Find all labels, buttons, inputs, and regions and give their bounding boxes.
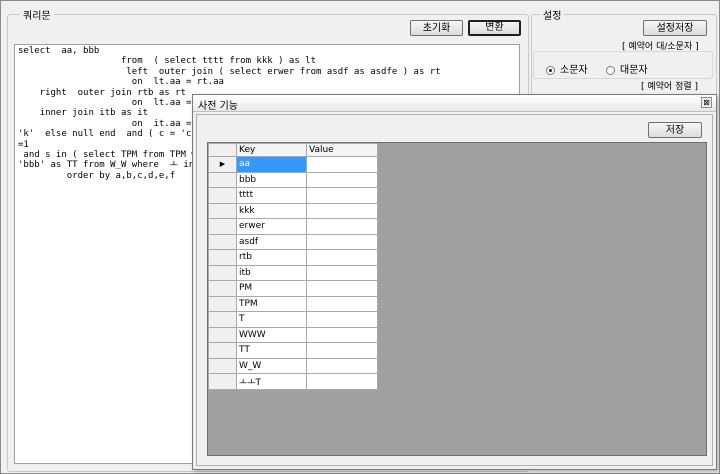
table-row[interactable]: ㅗㅗT <box>208 373 378 390</box>
radio-lowercase-dot <box>546 66 555 75</box>
cell-value[interactable] <box>306 373 378 390</box>
table-row[interactable]: kkk <box>208 202 378 219</box>
cell-key[interactable]: rtb <box>236 249 307 266</box>
radio-uppercase-dot <box>606 66 615 75</box>
cell-value[interactable] <box>306 187 378 204</box>
dictionary-table: Key Value ▶ aa bbb tttt kkk erwer asdf rtb itb PM… <box>208 143 378 390</box>
table-row[interactable]: rtb <box>208 249 378 266</box>
cell-key[interactable]: W_W <box>236 357 307 374</box>
reset-button[interactable]: 초기화 <box>410 20 463 36</box>
row-header[interactable] <box>208 295 237 312</box>
row-header-corner <box>208 143 237 157</box>
dictionary-dialog: 사전 기능 ⊠ 저장 Key Value ▶ aa bbb tttt kkk erwer a… <box>192 94 717 470</box>
row-header[interactable] <box>208 357 237 374</box>
dialog-title: 사전 기능 <box>198 101 238 112</box>
cell-key[interactable]: aa <box>236 156 307 173</box>
table-row[interactable]: T <box>208 311 378 328</box>
table-row[interactable]: itb <box>208 264 378 281</box>
cell-key[interactable]: bbb <box>236 171 307 188</box>
cell-value[interactable] <box>306 202 378 219</box>
cell-key[interactable]: asdf <box>236 233 307 250</box>
query-group-title: 쿼리문 <box>20 7 54 22</box>
dialog-save-button[interactable]: 저장 <box>648 122 702 138</box>
cell-key[interactable]: WWW <box>236 326 307 343</box>
cell-key[interactable]: erwer <box>236 218 307 235</box>
cell-value[interactable] <box>306 218 378 235</box>
table-row[interactable]: W_W <box>208 357 378 374</box>
column-header-key[interactable]: Key <box>236 143 307 157</box>
cell-value[interactable] <box>306 295 378 312</box>
cell-key[interactable]: itb <box>236 264 307 281</box>
settings-group-title: 설정 <box>540 7 565 22</box>
dictionary-grid[interactable]: Key Value ▶ aa bbb tttt kkk erwer asdf rtb itb PM… <box>207 142 707 456</box>
row-header[interactable] <box>208 280 237 297</box>
cell-value[interactable] <box>306 342 378 359</box>
cell-key[interactable]: TT <box>236 342 307 359</box>
cell-value[interactable] <box>306 311 378 328</box>
save-settings-button[interactable]: 설정저장 <box>643 20 707 36</box>
row-header[interactable] <box>208 218 237 235</box>
main-window: 쿼리문 초기화 변환 select aa, bbb from ( select … <box>0 0 720 474</box>
row-header[interactable] <box>208 249 237 266</box>
row-header[interactable] <box>208 202 237 219</box>
table-row[interactable]: asdf <box>208 233 378 250</box>
cell-value[interactable] <box>306 156 378 173</box>
table-row[interactable]: TPM <box>208 295 378 312</box>
close-icon[interactable]: ⊠ <box>701 97 712 108</box>
table-row[interactable]: PM <box>208 280 378 297</box>
row-header[interactable] <box>208 326 237 343</box>
cell-key[interactable]: ㅗㅗT <box>236 373 307 390</box>
cell-value[interactable] <box>306 233 378 250</box>
radio-uppercase[interactable]: 대문자 <box>606 61 648 76</box>
radio-uppercase-label: 대문자 <box>620 65 648 76</box>
row-header[interactable] <box>208 233 237 250</box>
cell-key[interactable]: T <box>236 311 307 328</box>
radio-lowercase[interactable]: 소문자 <box>546 61 588 76</box>
table-row[interactable]: erwer <box>208 218 378 235</box>
convert-button[interactable]: 변환 <box>468 20 521 36</box>
cell-value[interactable] <box>306 326 378 343</box>
row-header[interactable] <box>208 342 237 359</box>
column-header-value[interactable]: Value <box>306 143 378 157</box>
cell-value[interactable] <box>306 357 378 374</box>
cell-key[interactable]: PM <box>236 280 307 297</box>
table-row[interactable]: bbb <box>208 171 378 188</box>
cell-value[interactable] <box>306 249 378 266</box>
table-row[interactable]: TT <box>208 342 378 359</box>
header-row: Key Value <box>208 143 378 157</box>
cell-key[interactable]: TPM <box>236 295 307 312</box>
current-row-icon: ▶ <box>219 160 226 169</box>
align-note: [ 예약어 정렬 ] <box>641 82 699 92</box>
row-header[interactable] <box>208 373 237 390</box>
table-row[interactable]: WWW <box>208 326 378 343</box>
cell-key[interactable]: kkk <box>236 202 307 219</box>
row-header[interactable]: ▶ <box>208 156 237 173</box>
cell-value[interactable] <box>306 264 378 281</box>
radio-lowercase-label: 소문자 <box>560 65 588 76</box>
table-row[interactable]: ▶ aa <box>208 156 378 173</box>
cell-key[interactable]: tttt <box>236 187 307 204</box>
row-header[interactable] <box>208 311 237 328</box>
cell-value[interactable] <box>306 171 378 188</box>
row-header[interactable] <box>208 264 237 281</box>
dialog-titlebar[interactable]: 사전 기능 ⊠ <box>193 95 716 112</box>
row-header[interactable] <box>208 187 237 204</box>
cell-value[interactable] <box>306 280 378 297</box>
table-row[interactable]: tttt <box>208 187 378 204</box>
row-header[interactable] <box>208 171 237 188</box>
